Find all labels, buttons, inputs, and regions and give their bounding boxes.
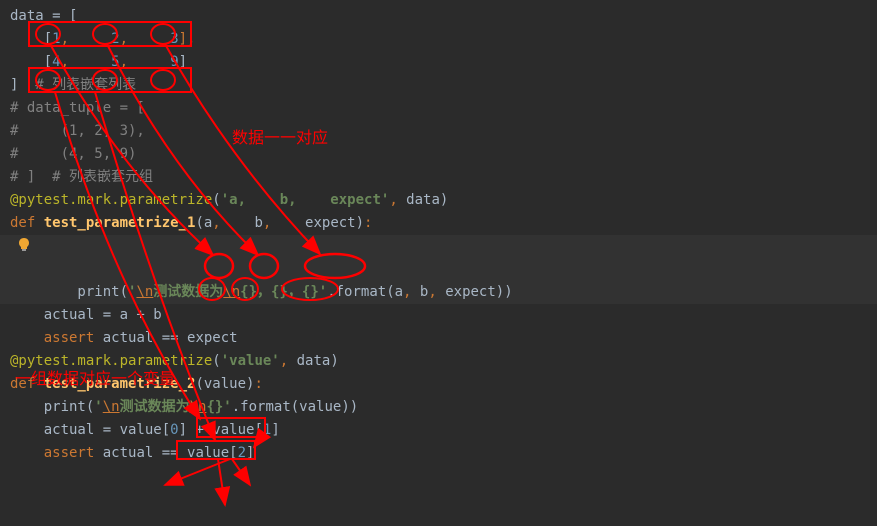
code-line[interactable]: actual = value[0] + value[1] — [0, 419, 877, 442]
code-line[interactable]: # (1, 2, 3), — [0, 120, 877, 143]
code-line-highlighted[interactable]: print('\n测试数据为\n{}，{}，{}'.format(a, b, e… — [0, 235, 877, 304]
code-line[interactable]: assert actual == value[2] — [0, 442, 877, 465]
code-line[interactable]: print('\n测试数据为\n{}'.format(value)) — [0, 396, 877, 419]
code-line[interactable]: def test_parametrize_2(value): — [0, 373, 877, 396]
code-line[interactable]: # (4, 5, 9) — [0, 143, 877, 166]
code-line[interactable]: @pytest.mark.parametrize('value', data) — [0, 350, 877, 373]
code-editor[interactable]: data = [ [1, 2, 3], [4, 5, 9] ] # 列表嵌套列表… — [0, 0, 877, 470]
code-line[interactable]: [4, 5, 9] — [0, 51, 877, 74]
code-line[interactable]: @pytest.mark.parametrize('a, b, expect',… — [0, 189, 877, 212]
code-line[interactable]: data = [ — [0, 5, 877, 28]
code-line[interactable]: def test_parametrize_1(a, b, expect): — [0, 212, 877, 235]
code-line[interactable]: assert actual == expect — [0, 327, 877, 350]
code-line[interactable]: [1, 2, 3], — [0, 28, 877, 51]
code-line[interactable]: ] # 列表嵌套列表 — [0, 74, 877, 97]
bulb-icon — [18, 238, 30, 252]
code-text: data = [ — [10, 8, 77, 24]
code-line[interactable]: # ] # 列表嵌套元组 — [0, 166, 877, 189]
code-line[interactable]: # data_tuple = [ — [0, 97, 877, 120]
code-line[interactable]: actual = a + b — [0, 304, 877, 327]
